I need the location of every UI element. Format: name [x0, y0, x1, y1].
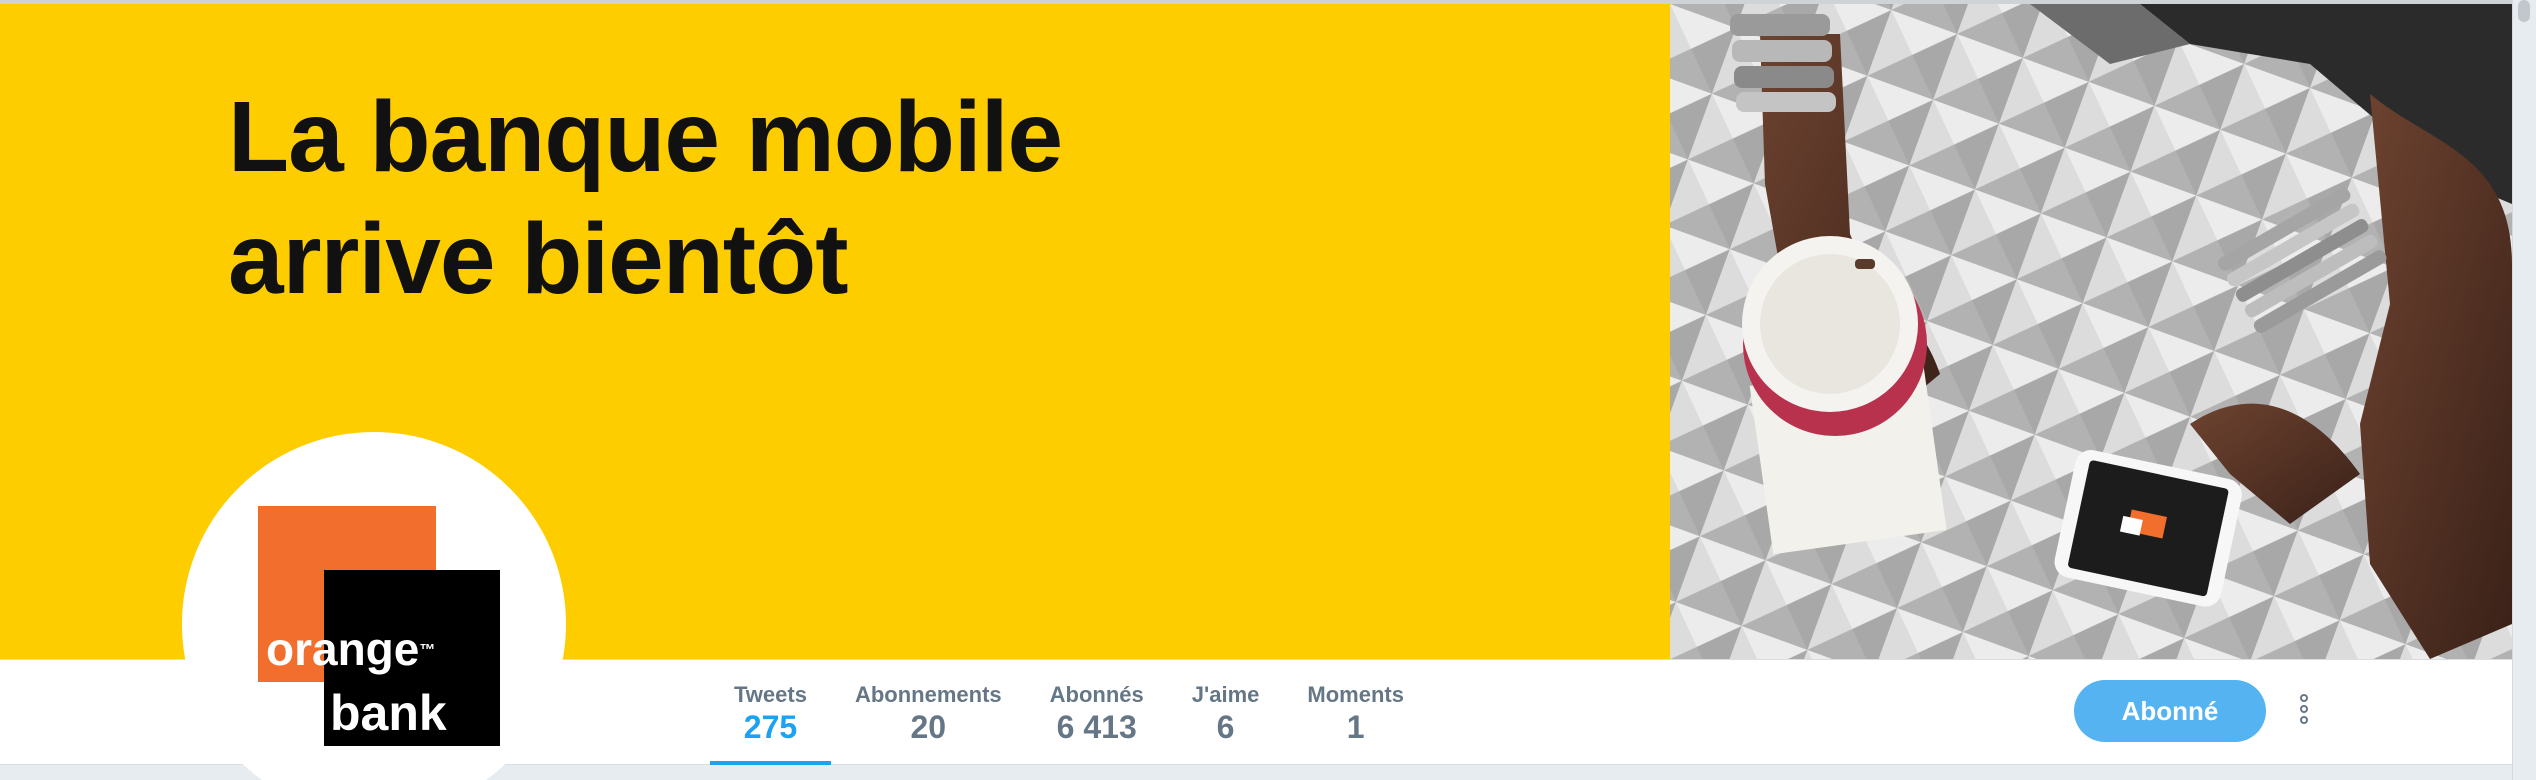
- banner-headline-line1: La banque mobile: [228, 81, 1063, 193]
- stat-value: 1: [1346, 709, 1365, 745]
- logo-wordmark-bank: bank: [330, 685, 447, 741]
- vertical-ellipsis-icon[interactable]: [2294, 694, 2314, 734]
- stat-tweets[interactable]: Tweets 275: [710, 682, 831, 765]
- ellipsis-dot: [2300, 694, 2308, 702]
- stat-label: Tweets: [734, 682, 807, 707]
- stat-value: 275: [743, 709, 798, 745]
- stat-label: Moments: [1307, 682, 1404, 707]
- banner-photo: [1670, 4, 2512, 659]
- stat-label: Abonnements: [854, 682, 1002, 707]
- window-scrollbar-track[interactable]: [2512, 0, 2536, 780]
- stat-likes[interactable]: J'aime 6: [1168, 682, 1284, 765]
- banner-headline: La banque mobile arrive bientôt: [228, 76, 1063, 320]
- stat-following[interactable]: Abonnements 20: [831, 682, 1026, 765]
- following-button[interactable]: Abonné: [2074, 680, 2266, 742]
- stat-followers[interactable]: Abonnés 6 413: [1026, 682, 1168, 765]
- stat-label: J'aime: [1191, 682, 1260, 707]
- banner-headline-line2: arrive bientôt: [228, 203, 849, 315]
- stat-moments[interactable]: Moments 1: [1283, 682, 1428, 765]
- ellipsis-dot: [2300, 705, 2308, 713]
- logo-trademark: ™: [419, 642, 436, 659]
- stat-value: 6 413: [1056, 709, 1137, 745]
- ellipsis-dot: [2300, 716, 2308, 724]
- scrollbar-thumb[interactable]: [2518, 0, 2530, 22]
- logo-wordmark-orange: orange™: [266, 626, 435, 672]
- stat-value: 20: [910, 709, 947, 745]
- stat-label: Abonnés: [1049, 682, 1144, 707]
- logo-text-orange: orange: [266, 623, 420, 675]
- profile-page: La banque mobile arrive bientôt orange™ …: [0, 0, 2536, 780]
- stat-value: 6: [1216, 709, 1235, 745]
- profile-stats-nav: Tweets 275 Abonnements 20 Abonnés 6 413 …: [710, 682, 1428, 765]
- banner-photo-illustration: [1670, 4, 2512, 659]
